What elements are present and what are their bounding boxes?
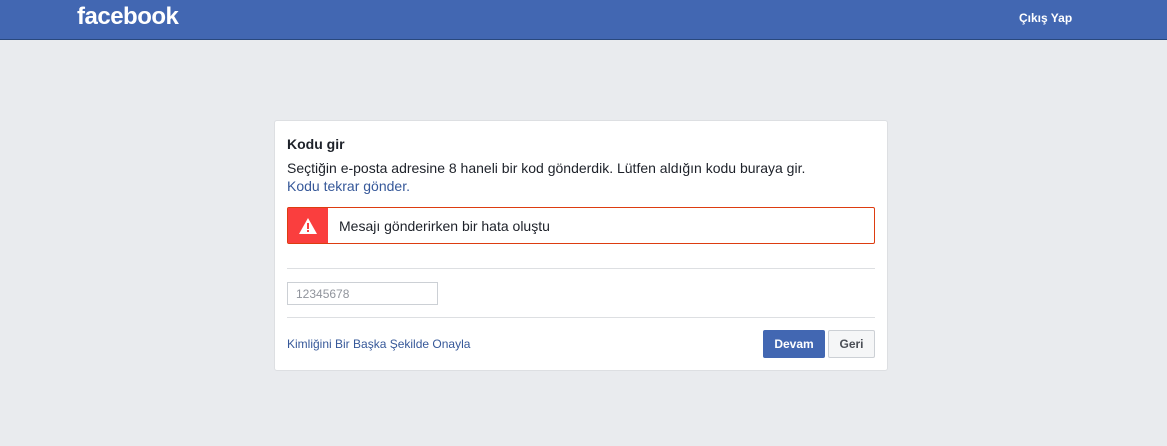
divider: [287, 268, 875, 269]
divider: [287, 317, 875, 318]
back-button[interactable]: Geri: [828, 330, 875, 358]
warning-icon: [288, 208, 328, 243]
logout-link[interactable]: Çıkış Yap: [1019, 11, 1072, 25]
alternative-verification-link[interactable]: Kimliğini Bir Başka Şekilde Onayla: [287, 337, 470, 351]
resend-code-link[interactable]: Kodu tekrar gönder.: [287, 178, 410, 194]
code-input[interactable]: [287, 282, 438, 305]
error-message-box: Mesajı gönderirken bir hata oluştu: [287, 207, 875, 244]
enter-code-card: Kodu gir Seçtiğin e-posta adresine 8 han…: [274, 120, 888, 371]
top-navigation-bar: facebook Çıkış Yap: [0, 0, 1167, 40]
card-title: Kodu gir: [287, 136, 345, 152]
card-description: Seçtiğin e-posta adresine 8 haneli bir k…: [287, 160, 806, 176]
facebook-logo[interactable]: facebook: [77, 3, 179, 31]
error-message-text: Mesajı gönderirken bir hata oluştu: [339, 218, 550, 234]
continue-button[interactable]: Devam: [763, 330, 825, 358]
